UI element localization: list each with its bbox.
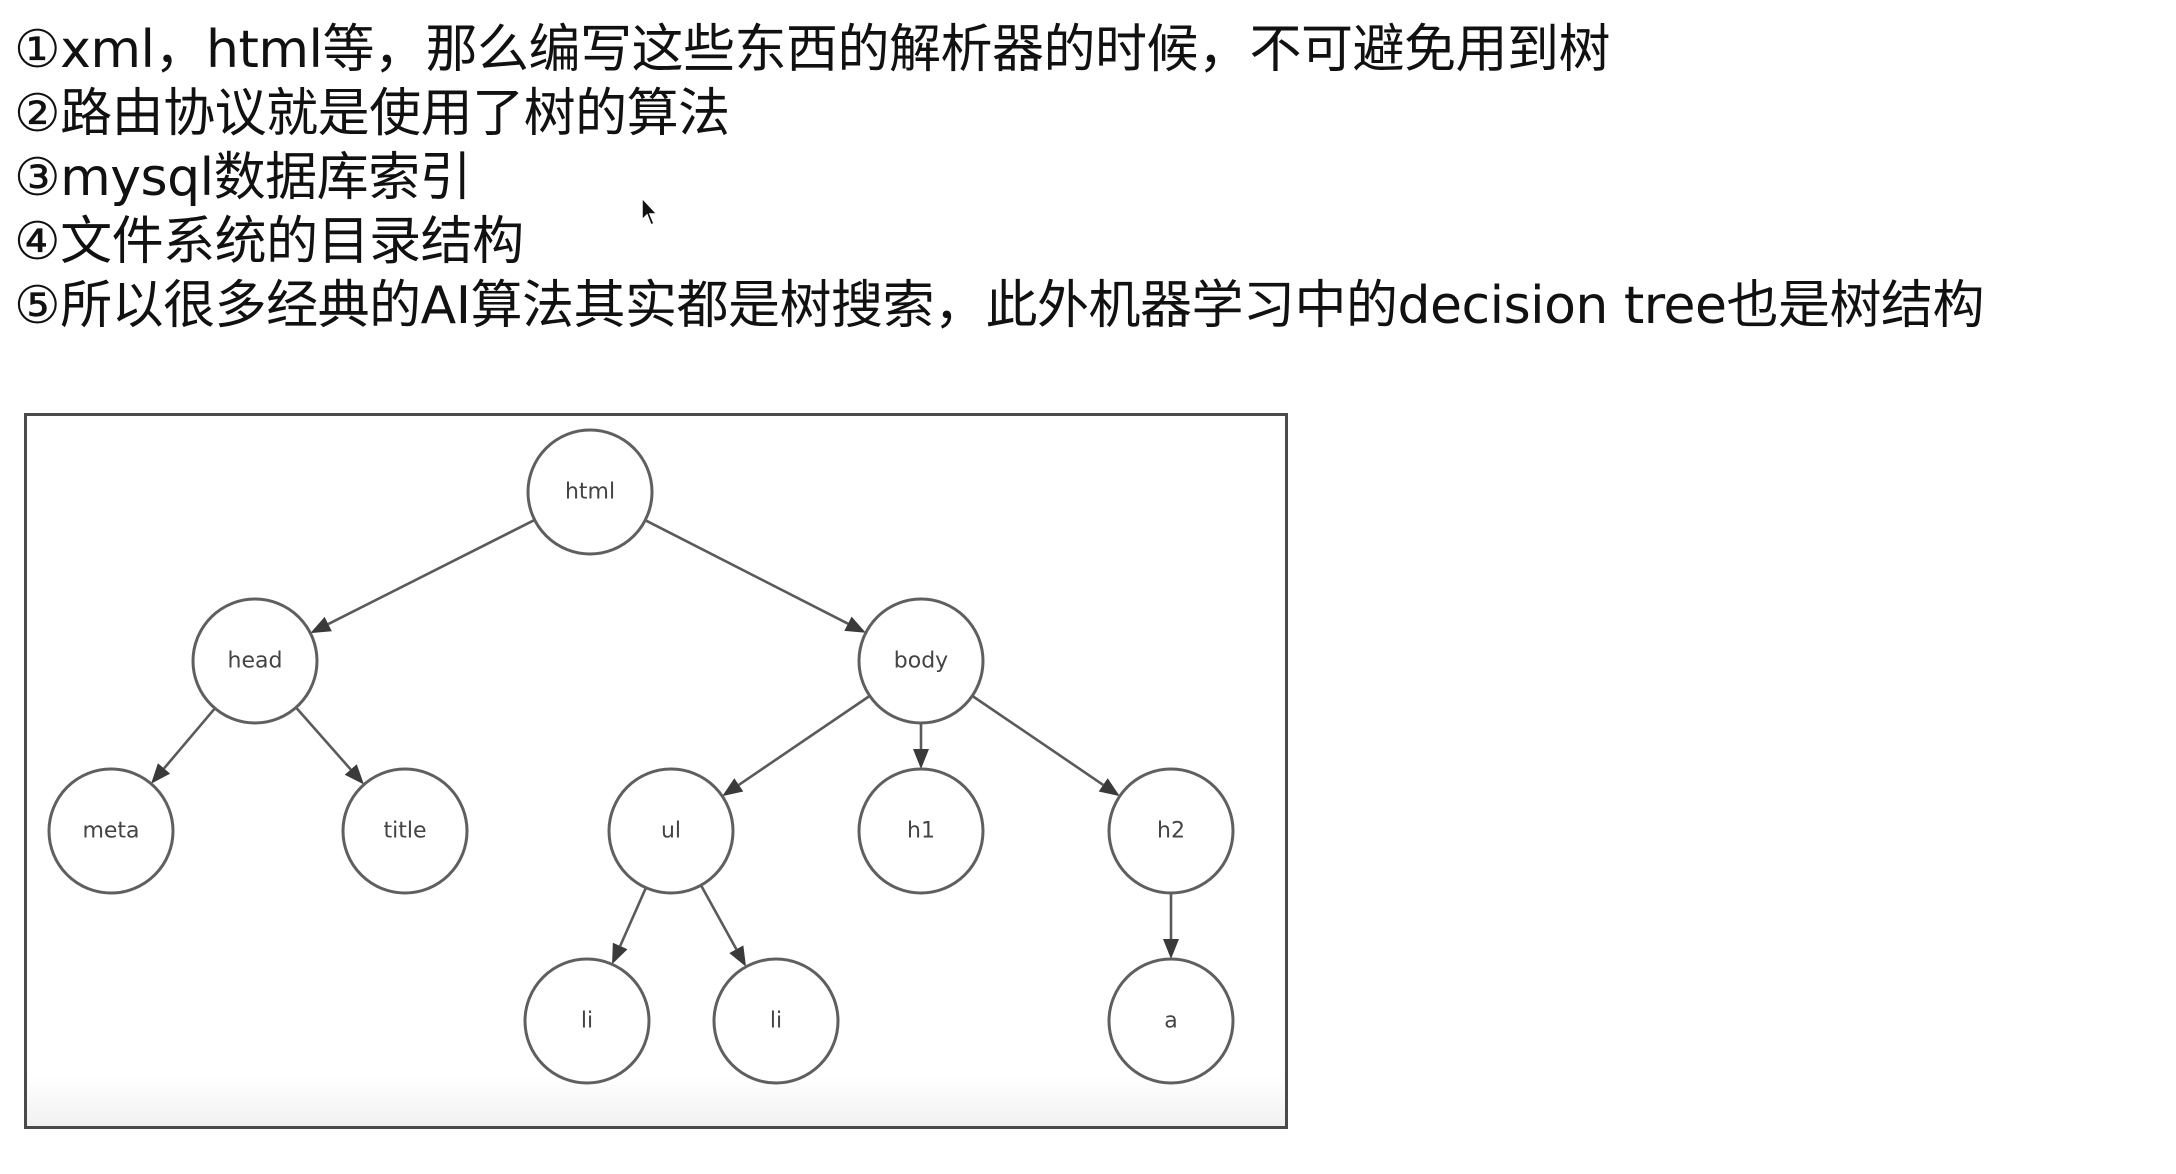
bullet-item-2: ②路由协议就是使用了树的算法 xyxy=(14,84,730,144)
edge-html-body xyxy=(644,519,849,625)
edge-body-ul xyxy=(738,694,871,786)
arrowhead-body-h2 xyxy=(1098,778,1120,797)
tree-node-h1: h1 xyxy=(857,767,985,895)
arrowhead-h2-a xyxy=(1163,939,1179,959)
mouse-pointer-icon xyxy=(641,196,659,227)
tree-node-li1: li xyxy=(523,957,651,1085)
edge-head-meta xyxy=(163,707,216,770)
slide: ①xml，html等，那么编写这些东西的解析器的时候，不可避免用到树 ②路由协议… xyxy=(0,0,2176,1174)
tree-node-label: body xyxy=(894,649,948,674)
bullet-list: ①xml，html等，那么编写这些东西的解析器的时候，不可避免用到树 ②路由协议… xyxy=(14,18,1985,338)
tree-node-label: ul xyxy=(661,819,681,844)
tree-node-title: title xyxy=(341,767,469,895)
tree-node-ul: ul xyxy=(607,767,735,895)
arrowhead-ul-li2 xyxy=(729,945,747,967)
tree-node-head: head xyxy=(191,597,319,725)
arrowhead-html-head xyxy=(310,616,332,634)
bullet-item-5: ⑤所以很多经典的AI算法其实都是树搜索，此外机器学习中的decision tre… xyxy=(14,276,1985,336)
tree-node-label: li xyxy=(581,1009,593,1034)
edge-ul-li2 xyxy=(699,884,738,950)
bullet-item-3: ③mysql数据库索引 xyxy=(14,148,472,208)
arrowhead-body-ul xyxy=(722,778,744,797)
tree-node-label: title xyxy=(383,819,426,844)
bullet-item-4: ④文件系统的目录结构 xyxy=(14,212,524,272)
tree-diagram-canvas: html head body meta title ul h1 h2 li li a xyxy=(47,428,1235,1085)
tree-node-body: body xyxy=(857,597,985,725)
tree-node-h2: h2 xyxy=(1107,767,1235,895)
arrowhead-ul-li1 xyxy=(612,942,628,965)
tree-node-label: h2 xyxy=(1157,819,1185,844)
tree-node-a: a xyxy=(1107,957,1235,1085)
tree-node-meta: meta xyxy=(47,767,175,895)
edge-ul-li1 xyxy=(618,887,648,947)
tree-node-html: html xyxy=(526,428,654,556)
bullet-item-1: ①xml，html等，那么编写这些东西的解析器的时候，不可避免用到树 xyxy=(14,20,1610,80)
tree-node-li2: li xyxy=(712,957,840,1085)
arrowhead-html-body xyxy=(844,616,866,633)
edges-layer xyxy=(151,518,1179,967)
tree-diagram: html head body meta title ul h1 h2 li li a xyxy=(24,413,1288,1129)
edge-body-h2 xyxy=(971,694,1104,786)
tree-node-label: li xyxy=(770,1009,782,1034)
tree-node-label: html xyxy=(565,480,615,505)
arrowhead-body-h1 xyxy=(913,749,929,769)
tree-node-label: a xyxy=(1164,1009,1177,1034)
edge-html-head xyxy=(327,518,536,626)
tree-node-label: meta xyxy=(82,819,139,844)
tree-node-label: h1 xyxy=(907,819,935,844)
tree-node-label: head xyxy=(228,649,283,674)
nodes-layer: html head body meta title ul h1 h2 li li a xyxy=(47,428,1235,1085)
edge-head-title xyxy=(295,706,352,771)
